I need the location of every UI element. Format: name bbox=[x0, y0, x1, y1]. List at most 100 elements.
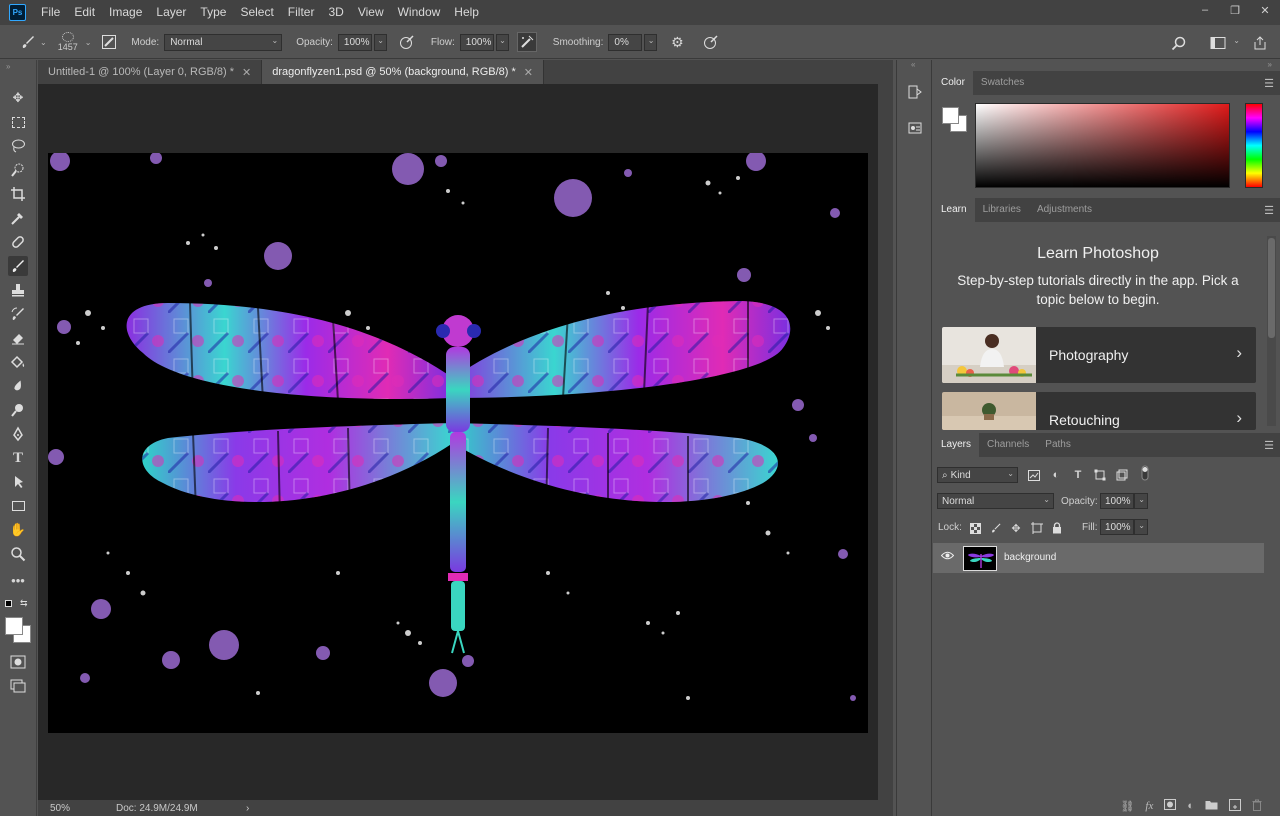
properties-panel-icon[interactable] bbox=[905, 118, 925, 138]
brush-tool-icon[interactable] bbox=[8, 256, 28, 276]
default-colors-icon[interactable] bbox=[5, 600, 12, 607]
menu-window[interactable]: Window bbox=[391, 0, 448, 25]
minimize-button[interactable]: – bbox=[1190, 0, 1220, 20]
flow-input[interactable]: 100% bbox=[459, 33, 494, 51]
tab-channels[interactable]: Channels bbox=[979, 433, 1037, 457]
brush-preset-picker[interactable]: 1457 bbox=[53, 32, 83, 52]
workspace-chevron-icon[interactable]: ⌄ bbox=[1233, 36, 1240, 45]
vertical-scrollbar[interactable] bbox=[878, 84, 893, 816]
adjustment-layer-icon[interactable]: ◐ bbox=[1187, 800, 1194, 812]
color-picker-field[interactable] bbox=[975, 103, 1230, 188]
workspace-icon[interactable] bbox=[1208, 33, 1228, 53]
collapse-panels-icon[interactable]: » bbox=[1268, 60, 1272, 69]
quick-selection-tool-icon[interactable] bbox=[8, 160, 28, 180]
filter-toggle-icon[interactable] bbox=[1138, 465, 1152, 481]
layer-row[interactable]: background bbox=[933, 543, 1264, 573]
foreground-color-swatch[interactable] bbox=[942, 107, 959, 124]
healing-brush-tool-icon[interactable] bbox=[8, 232, 28, 252]
lock-artboard-icon[interactable] bbox=[1030, 521, 1044, 535]
pressure-size-icon[interactable] bbox=[701, 32, 721, 52]
zoom-tool-icon[interactable] bbox=[8, 544, 28, 564]
swap-colors-icon[interactable]: ⇆ bbox=[20, 598, 28, 609]
rectangle-tool-icon[interactable] bbox=[8, 496, 28, 516]
lasso-tool-icon[interactable] bbox=[8, 136, 28, 156]
history-brush-tool-icon[interactable] bbox=[8, 304, 28, 324]
panel-menu-icon[interactable]: ☰ bbox=[1264, 77, 1274, 90]
eyedropper-tool-icon[interactable] bbox=[8, 208, 28, 228]
quick-mask-icon[interactable] bbox=[8, 652, 28, 672]
menu-view[interactable]: View bbox=[351, 0, 391, 25]
menu-edit[interactable]: Edit bbox=[67, 0, 102, 25]
crop-tool-icon[interactable] bbox=[8, 184, 28, 204]
flow-dropdown[interactable]: ⌄ bbox=[495, 33, 509, 51]
layer-filter-select[interactable]: ⌕ Kind ⌄ bbox=[937, 467, 1018, 483]
layer-opacity-input[interactable]: 100% bbox=[1100, 493, 1134, 509]
tab-dragonflyzen1[interactable]: dragonflyzen1.psd @ 50% (background, RGB… bbox=[262, 60, 544, 84]
dodge-tool-icon[interactable] bbox=[8, 400, 28, 420]
delete-layer-icon[interactable] bbox=[1252, 799, 1262, 814]
share-icon[interactable] bbox=[1250, 33, 1270, 53]
blend-mode-select[interactable]: Normal ⌄ bbox=[937, 493, 1054, 509]
menu-help[interactable]: Help bbox=[447, 0, 486, 25]
eraser-tool-icon[interactable] bbox=[8, 328, 28, 348]
menu-3d[interactable]: 3D bbox=[321, 0, 350, 25]
lock-position-icon[interactable]: ✥ bbox=[1009, 521, 1023, 535]
filter-adjustment-icon[interactable]: ◐ bbox=[1049, 468, 1063, 482]
menu-type[interactable]: Type bbox=[193, 0, 233, 25]
path-selection-tool-icon[interactable] bbox=[8, 472, 28, 492]
mode-select[interactable]: Normal ⌄ bbox=[164, 33, 283, 51]
tab-adjustments[interactable]: Adjustments bbox=[1029, 198, 1100, 222]
menu-layer[interactable]: Layer bbox=[149, 0, 193, 25]
document-canvas[interactable] bbox=[48, 153, 868, 733]
move-tool-icon[interactable]: ✥ bbox=[8, 88, 28, 108]
learn-card-retouching[interactable]: Retouching › bbox=[942, 392, 1256, 430]
screen-mode-icon[interactable] bbox=[8, 676, 28, 696]
hue-slider[interactable] bbox=[1245, 103, 1263, 188]
opacity-dropdown[interactable]: ⌄ bbox=[373, 33, 387, 51]
brush-size-chevron-icon[interactable]: ⌄ bbox=[85, 38, 92, 47]
menu-filter[interactable]: Filter bbox=[281, 0, 322, 25]
brush-preset-chevron-icon[interactable]: ⌄ bbox=[40, 38, 47, 47]
new-layer-icon[interactable] bbox=[1229, 798, 1241, 814]
marquee-tool-icon[interactable] bbox=[8, 112, 28, 132]
tab-learn[interactable]: Learn bbox=[933, 198, 975, 222]
lock-image-icon[interactable] bbox=[989, 521, 1003, 535]
airbrush-icon[interactable] bbox=[516, 32, 537, 52]
blur-tool-icon[interactable] bbox=[8, 376, 28, 396]
brush-tool-icon[interactable] bbox=[18, 32, 38, 52]
tab-untitled-1[interactable]: Untitled-1 @ 100% (Layer 0, RGB/8) * ✕ bbox=[38, 60, 263, 84]
smoothing-dropdown[interactable]: ⌄ bbox=[644, 33, 658, 51]
menu-image[interactable]: Image bbox=[102, 0, 149, 25]
restore-button[interactable]: ❐ bbox=[1220, 0, 1250, 20]
lock-transparent-icon[interactable] bbox=[968, 521, 982, 535]
brush-settings-panel-icon[interactable] bbox=[99, 32, 119, 52]
fill-dropdown[interactable]: ⌄ bbox=[1134, 519, 1148, 535]
hand-tool-icon[interactable]: ✋ bbox=[8, 520, 28, 540]
learn-scrollbar[interactable] bbox=[1267, 236, 1276, 426]
menu-select[interactable]: Select bbox=[233, 0, 280, 25]
close-icon[interactable]: ✕ bbox=[524, 66, 533, 79]
clone-stamp-tool-icon[interactable] bbox=[8, 280, 28, 300]
filter-pixel-icon[interactable] bbox=[1027, 468, 1041, 482]
smoothing-input[interactable]: 0% bbox=[608, 33, 643, 51]
layer-style-icon[interactable]: fx bbox=[1145, 800, 1153, 812]
history-panel-icon[interactable] bbox=[905, 82, 925, 102]
collapse-dock-icon[interactable]: « bbox=[911, 60, 915, 69]
tab-swatches[interactable]: Swatches bbox=[973, 71, 1032, 95]
filter-type-icon[interactable]: T bbox=[1071, 468, 1085, 482]
fill-input[interactable]: 100% bbox=[1100, 519, 1134, 535]
eye-icon[interactable] bbox=[940, 551, 955, 563]
layer-opacity-dropdown[interactable]: ⌄ bbox=[1134, 493, 1148, 509]
tab-libraries[interactable]: Libraries bbox=[975, 198, 1029, 222]
scrollbar-thumb[interactable] bbox=[1268, 238, 1275, 338]
tab-layers[interactable]: Layers bbox=[933, 433, 980, 457]
new-group-icon[interactable] bbox=[1205, 799, 1218, 813]
pen-tool-icon[interactable] bbox=[8, 424, 28, 444]
gear-icon[interactable]: ⚙ bbox=[667, 32, 687, 52]
lock-all-icon[interactable] bbox=[1050, 521, 1064, 535]
menu-file[interactable]: File bbox=[34, 0, 67, 25]
zoom-level[interactable]: 50% bbox=[50, 803, 116, 814]
pressure-opacity-icon[interactable] bbox=[397, 32, 417, 52]
tab-paths[interactable]: Paths bbox=[1037, 433, 1079, 457]
collapse-toolbar-icon[interactable]: » bbox=[6, 62, 10, 71]
